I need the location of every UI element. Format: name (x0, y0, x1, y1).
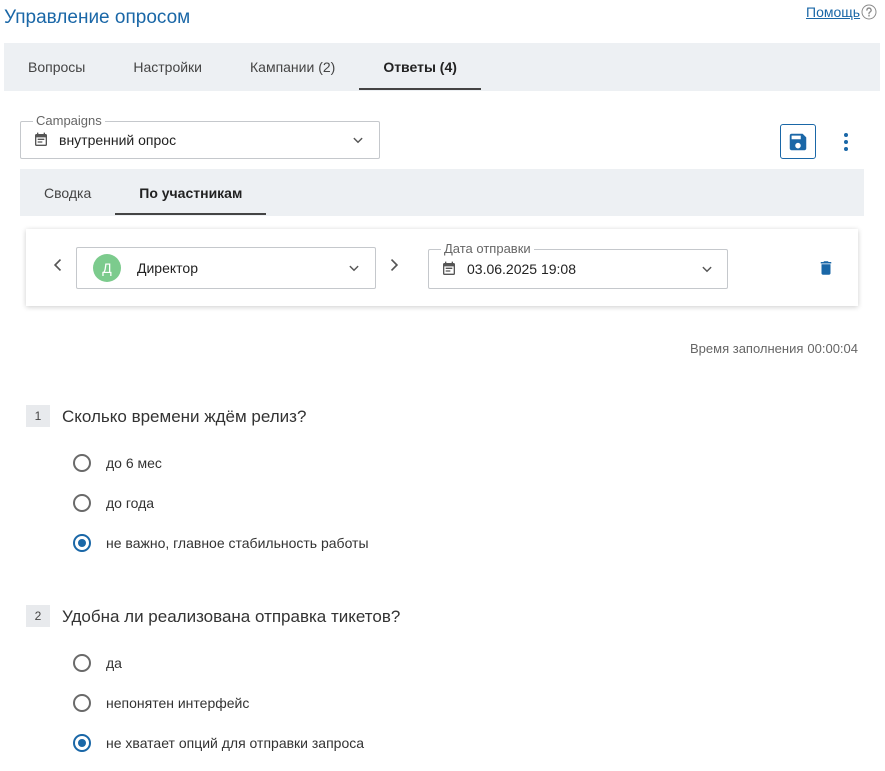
fill-time-label: Время заполнения (690, 341, 804, 356)
calendar-icon (33, 132, 49, 148)
respondent-avatar: Д (93, 254, 121, 282)
answer-option[interactable]: до года (0, 483, 369, 523)
save-icon (787, 131, 809, 153)
radio-button[interactable] (73, 454, 91, 472)
answer-option-label: непонятен интерфейс (106, 695, 250, 711)
answer-option[interactable]: не важно, главное стабильность работы (0, 523, 369, 563)
page-title: Управление опросом (4, 7, 191, 28)
answer-options: да непонятен интерфейс не хватает опций … (0, 643, 364, 763)
answer-option[interactable]: непонятен интерфейс (0, 683, 364, 723)
answer-option-label: не хватает опций для отправки запроса (106, 735, 365, 751)
answer-option[interactable]: да (0, 643, 364, 683)
radio-button[interactable] (73, 654, 91, 672)
more-vertical-icon[interactable] (838, 131, 854, 153)
campaign-select[interactable]: Campaigns внутренний опрос (20, 114, 380, 159)
respondent-card: Д Директор Дата отправки 03.06.2025 19:0… (26, 229, 858, 306)
participant-select-value: Директор (137, 260, 198, 276)
tab-responses[interactable]: Ответы (4) (359, 43, 481, 91)
submission-date-value: 03.06.2025 19:08 (467, 261, 576, 277)
main-tabs: Вопросы Настройки Кампании (2) Ответы (4… (4, 43, 880, 91)
chevron-down-icon[interactable] (345, 259, 363, 277)
answer-option-label: не важно, главное стабильность работы (106, 535, 369, 551)
tab-by-participant[interactable]: По участникам (115, 169, 267, 216)
chevron-down-icon[interactable] (349, 131, 367, 149)
calendar-icon (441, 261, 457, 277)
chevron-down-icon[interactable] (698, 260, 716, 278)
answer-option[interactable]: не хватает опций для отправки запроса (0, 723, 364, 763)
question-number: 2 (26, 605, 50, 627)
fill-time-value: 00:00:04 (807, 341, 858, 356)
tab-summary[interactable]: Сводка (20, 169, 115, 216)
participant-select[interactable]: Д Директор (76, 247, 376, 289)
tab-campaigns[interactable]: Кампании (2) (226, 43, 359, 91)
chevron-left-icon[interactable] (48, 255, 68, 275)
trash-icon[interactable] (817, 259, 835, 277)
tab-settings[interactable]: Настройки (109, 43, 226, 91)
answer-option-label: до 6 мес (106, 455, 162, 471)
radio-button[interactable] (73, 694, 91, 712)
campaign-select-label: Campaigns (33, 114, 105, 128)
radio-button[interactable] (73, 734, 91, 752)
save-button[interactable] (780, 124, 816, 159)
radio-button[interactable] (73, 534, 91, 552)
answer-option-label: до года (106, 495, 155, 511)
fill-time: Время заполнения 00:00:04 (690, 341, 858, 357)
chevron-right-icon[interactable] (384, 255, 404, 275)
campaign-select-value: внутренний опрос (59, 132, 177, 148)
question-text: Сколько времени ждём релиз? (62, 407, 307, 426)
question-text: Удобна ли реализована отправка тикетов? (62, 607, 401, 626)
answer-option-label: да (106, 655, 122, 671)
help-link[interactable]: Помощь (806, 4, 860, 20)
tab-questions[interactable]: Вопросы (4, 43, 109, 91)
question-2: 2 Удобна ли реализована отправка тикетов… (0, 605, 885, 771)
response-view-tabs: Сводка По участникам (20, 169, 864, 216)
submission-date-label: Дата отправки (441, 242, 534, 256)
answer-options: до 6 мес до года не важно, главное стаби… (0, 443, 369, 563)
question-1: 1 Сколько времени ждём релиз? до 6 мес д… (0, 405, 885, 585)
question-number: 1 (26, 405, 50, 427)
radio-button[interactable] (73, 494, 91, 512)
answer-option[interactable]: до 6 мес (0, 443, 369, 483)
help-circle-icon[interactable] (861, 4, 877, 20)
submission-date-select[interactable]: Дата отправки 03.06.2025 19:08 (428, 242, 728, 289)
